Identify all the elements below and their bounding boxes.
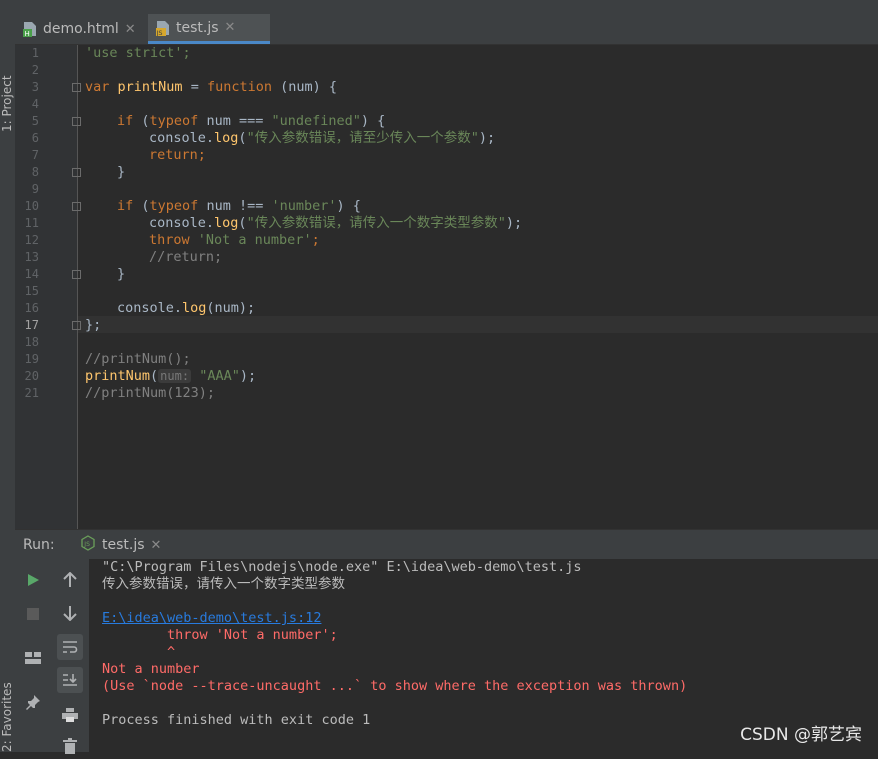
scroll-to-end-icon[interactable] bbox=[57, 667, 83, 693]
console-error-line: throw 'Not a number'; bbox=[102, 627, 338, 643]
arrow-down-icon[interactable] bbox=[57, 600, 83, 626]
tab-label: demo.html bbox=[43, 21, 119, 37]
tab-demo-html[interactable]: H demo.html ✕ bbox=[23, 14, 147, 44]
tab-test-js[interactable]: JS test.js ✕ bbox=[148, 14, 270, 44]
code-line: //printNum(123); bbox=[85, 385, 216, 401]
fold-marker-icon[interactable] bbox=[72, 117, 81, 126]
line-number: 7 bbox=[31, 148, 39, 162]
html-file-icon: H bbox=[23, 21, 37, 38]
code-line: var printNum = function (num) { bbox=[85, 79, 338, 95]
trash-icon[interactable] bbox=[57, 733, 83, 759]
line-number: 2 bbox=[31, 63, 39, 77]
code-line: if (typeof num !== 'number') { bbox=[117, 198, 361, 214]
fold-marker-icon[interactable] bbox=[72, 202, 81, 211]
code-line: printNum(num: "AAA"); bbox=[85, 368, 257, 384]
code-line: console.log(num); bbox=[117, 300, 256, 316]
project-tool-button[interactable]: 1: Project bbox=[0, 22, 15, 132]
console-error-line: Not a number bbox=[102, 661, 200, 677]
run-panel-header: Run: JS test.js ✕ bbox=[15, 529, 878, 560]
run-tab-test-js[interactable]: JS test.js ✕ bbox=[70, 530, 171, 560]
line-number: 18 bbox=[24, 335, 39, 349]
code-line: //return; bbox=[149, 249, 223, 265]
line-number-gutter: 1 2 3 4 5 6 7 8 9 10 11 12 13 14 15 16 1… bbox=[15, 45, 81, 529]
parameter-hint: num: bbox=[158, 369, 192, 383]
navigation-bar bbox=[15, 0, 878, 14]
editor-tab-bar: H demo.html ✕ JS test.js ✕ bbox=[15, 14, 878, 45]
line-number-current: 17 bbox=[24, 318, 39, 332]
line-number: 5 bbox=[31, 114, 39, 128]
watermark: CSDN @郭艺宾 bbox=[740, 725, 862, 745]
line-number: 15 bbox=[24, 284, 39, 298]
favorites-tool-button[interactable]: 2: Favorites bbox=[0, 630, 15, 752]
line-number: 3 bbox=[31, 80, 39, 94]
js-file-icon: JS bbox=[156, 20, 170, 37]
code-line: } bbox=[117, 266, 126, 282]
code-line: 'use strict'; bbox=[85, 45, 191, 61]
code-line: throw 'Not a number'; bbox=[149, 232, 320, 248]
line-number: 13 bbox=[24, 250, 39, 264]
code-line: } bbox=[117, 164, 126, 180]
close-icon[interactable]: ✕ bbox=[225, 20, 236, 35]
line-number: 10 bbox=[24, 199, 39, 213]
line-number: 8 bbox=[31, 165, 39, 179]
fold-marker-icon[interactable] bbox=[72, 168, 81, 177]
svg-text:JS: JS bbox=[156, 29, 163, 36]
svg-text:H: H bbox=[25, 30, 30, 37]
fold-marker-icon[interactable] bbox=[72, 270, 81, 279]
run-toolbar bbox=[15, 559, 89, 754]
line-number: 14 bbox=[24, 267, 39, 281]
code-line: return; bbox=[149, 147, 206, 163]
rerun-icon[interactable] bbox=[20, 567, 46, 593]
line-number: 20 bbox=[24, 369, 39, 383]
close-icon[interactable]: ✕ bbox=[125, 22, 136, 37]
soft-wrap-icon[interactable] bbox=[57, 634, 83, 660]
console-command-line: "C:\Program Files\nodejs\node.exe" E:\id… bbox=[102, 559, 582, 575]
layout-icon[interactable] bbox=[20, 645, 46, 671]
line-number: 19 bbox=[24, 352, 39, 366]
line-number: 21 bbox=[24, 386, 39, 400]
console-stdout-line: 传入参数错误，请传入一个数字类型参数 bbox=[102, 576, 345, 592]
error-location-link[interactable]: E:\idea\web-demo\test.js:12 bbox=[102, 610, 321, 627]
left-tool-strip: 1: Project 2: Favorites bbox=[0, 0, 16, 752]
console-error-line: ^ bbox=[102, 644, 176, 660]
line-number: 11 bbox=[24, 216, 39, 230]
svg-text:JS: JS bbox=[83, 541, 90, 548]
console-exit-line: Process finished with exit code 1 bbox=[102, 712, 371, 728]
pin-icon[interactable] bbox=[20, 689, 46, 715]
tab-label: test.js bbox=[176, 19, 219, 36]
run-tab-label: test.js bbox=[102, 537, 145, 553]
code-line: console.log("传入参数错误，请至少传入一个参数"); bbox=[149, 130, 496, 146]
current-line-highlight bbox=[78, 316, 878, 333]
run-label: Run: bbox=[23, 537, 55, 553]
fold-marker-icon[interactable] bbox=[72, 321, 81, 330]
close-icon[interactable]: ✕ bbox=[151, 538, 162, 553]
print-icon[interactable] bbox=[57, 702, 83, 728]
line-number: 9 bbox=[31, 182, 39, 196]
line-number: 16 bbox=[24, 301, 39, 315]
line-number: 12 bbox=[24, 233, 39, 247]
code-line: console.log("传入参数错误，请传入一个数字类型参数"); bbox=[149, 215, 523, 231]
code-line: if (typeof num === "undefined") { bbox=[117, 113, 386, 129]
code-line: }; bbox=[85, 317, 102, 333]
code-editor[interactable]: 1 2 3 4 5 6 7 8 9 10 11 12 13 14 15 16 1… bbox=[15, 45, 878, 529]
stop-icon[interactable] bbox=[20, 601, 46, 627]
line-number: 1 bbox=[31, 46, 39, 60]
line-number: 4 bbox=[31, 97, 39, 111]
fold-marker-icon[interactable] bbox=[72, 83, 81, 92]
arrow-up-icon[interactable] bbox=[57, 567, 83, 593]
nodejs-icon: JS bbox=[80, 535, 96, 555]
code-line: //printNum(); bbox=[85, 351, 191, 367]
line-number: 6 bbox=[31, 131, 39, 145]
console-error-line: (Use `node --trace-uncaught ...` to show… bbox=[102, 678, 688, 694]
